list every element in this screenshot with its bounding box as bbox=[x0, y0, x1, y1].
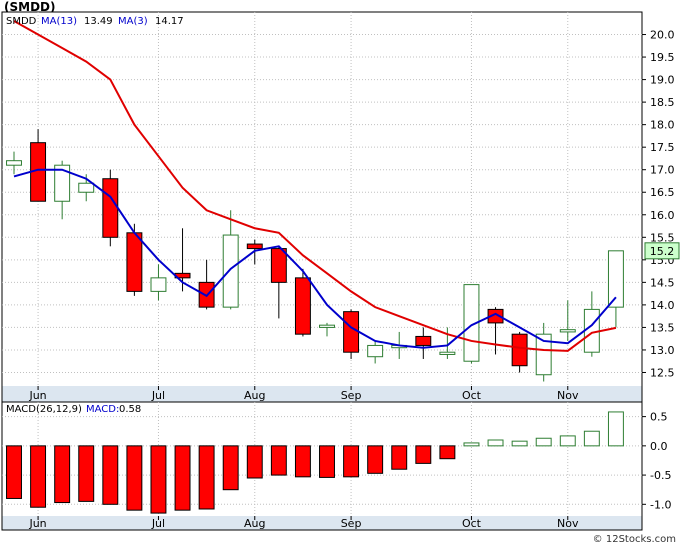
macd-x-tick-label: Sep bbox=[341, 517, 362, 530]
macd-bar bbox=[126, 445, 143, 511]
price-y-tick-label: 14.0 bbox=[650, 299, 675, 312]
macd-x-tick-label: Aug bbox=[244, 517, 265, 530]
macd-bar bbox=[607, 411, 624, 447]
legend-symbol: SMDD bbox=[6, 16, 37, 27]
price-x-tick-label: Nov bbox=[557, 389, 579, 402]
candle-body bbox=[367, 344, 384, 358]
macd-xaxis-band bbox=[2, 516, 642, 530]
macd-y-tick-label: 0.5 bbox=[650, 411, 668, 424]
price-y-tick-label: 16.5 bbox=[650, 186, 675, 199]
price-y-tick-label: 19.5 bbox=[650, 51, 675, 64]
macd-x-tick-label: Jul bbox=[151, 517, 165, 530]
macd-bar bbox=[30, 445, 47, 508]
macd-bar bbox=[222, 445, 239, 491]
macd-bar bbox=[198, 445, 215, 510]
macd-bar bbox=[439, 445, 456, 460]
macd-bar bbox=[367, 445, 384, 474]
candle-body bbox=[439, 351, 456, 355]
macd-bar bbox=[150, 445, 167, 514]
legend-ma3-label: MA(3) bbox=[118, 16, 148, 27]
price-y-tick-label: 13.5 bbox=[650, 321, 675, 334]
price-y-tick-label: 16.0 bbox=[650, 209, 675, 222]
candle-body bbox=[78, 182, 95, 193]
macd-bar bbox=[583, 430, 600, 447]
price-y-tick-label: 17.0 bbox=[650, 164, 675, 177]
legend-ma3-value: 14.17 bbox=[155, 16, 184, 27]
candle-body bbox=[343, 311, 360, 353]
last-price-label: 15.2 bbox=[650, 245, 675, 258]
macd-bar bbox=[343, 445, 360, 478]
macd-y-tick-label: -0.5 bbox=[650, 469, 671, 482]
macd-bar bbox=[415, 445, 432, 464]
candle-body bbox=[102, 178, 119, 238]
macd-bar bbox=[6, 445, 22, 499]
candle-body bbox=[150, 277, 167, 292]
legend-ma13-label: MA(13) bbox=[41, 16, 77, 27]
macd-bar bbox=[246, 445, 263, 479]
legend-macd-value: 0.58 bbox=[119, 404, 141, 415]
price-x-tick-label: Jun bbox=[28, 389, 46, 402]
price-y-tick-label: 20.0 bbox=[650, 29, 675, 42]
macd-y-tick-label: 0.0 bbox=[650, 440, 668, 453]
macd-bar bbox=[174, 445, 191, 511]
macd-bar bbox=[270, 445, 287, 476]
candle-body bbox=[6, 160, 22, 166]
candle-body bbox=[246, 243, 263, 250]
macd-bar bbox=[487, 439, 504, 447]
price-x-tick-label: Jul bbox=[151, 389, 165, 402]
price-x-tick-label: Oct bbox=[462, 389, 482, 402]
price-y-tick-label: 18.0 bbox=[650, 119, 675, 132]
price-y-tick-label: 13.0 bbox=[650, 344, 675, 357]
macd-y-tick-label: -1.0 bbox=[650, 498, 671, 511]
macd-bar bbox=[391, 445, 408, 470]
macd-bar bbox=[102, 445, 119, 505]
macd-bar bbox=[54, 445, 71, 504]
macd-x-tick-label: Jun bbox=[28, 517, 46, 530]
legend-ma13-value: 13.49 bbox=[84, 16, 113, 27]
candle-body bbox=[319, 324, 335, 328]
macd-bar bbox=[511, 440, 528, 447]
candle-body bbox=[126, 232, 143, 292]
credit-text: © 12Stocks.com bbox=[592, 534, 676, 545]
macd-x-tick-label: Nov bbox=[557, 517, 579, 530]
candle-body bbox=[270, 248, 287, 283]
price-xaxis-band bbox=[2, 386, 642, 402]
candle-body bbox=[294, 277, 311, 335]
macd-bar bbox=[535, 437, 552, 447]
price-x-tick-label: Aug bbox=[244, 389, 265, 402]
price-y-tick-label: 18.5 bbox=[650, 96, 675, 109]
legend-macd-params: MACD(26,12,9) bbox=[6, 404, 82, 415]
macd-bar bbox=[294, 445, 311, 478]
legend-macd-label: MACD: bbox=[86, 404, 119, 415]
candle-body bbox=[222, 234, 239, 308]
price-y-tick-label: 17.5 bbox=[650, 141, 675, 154]
candle-body bbox=[511, 333, 528, 367]
candle-body bbox=[415, 335, 432, 346]
macd-x-tick-label: Oct bbox=[462, 517, 482, 530]
macd-bar bbox=[559, 435, 576, 447]
price-y-tick-label: 19.0 bbox=[650, 74, 675, 87]
macd-bar bbox=[463, 442, 480, 447]
stock-chart: 12.513.013.514.014.515.015.516.016.517.0… bbox=[1, 11, 680, 531]
candle-body bbox=[559, 329, 576, 333]
macd-bar bbox=[78, 445, 95, 502]
price-y-tick-label: 14.5 bbox=[650, 276, 675, 289]
macd-bar bbox=[319, 445, 335, 478]
price-y-tick-label: 12.5 bbox=[650, 366, 675, 379]
price-x-tick-label: Sep bbox=[341, 389, 362, 402]
